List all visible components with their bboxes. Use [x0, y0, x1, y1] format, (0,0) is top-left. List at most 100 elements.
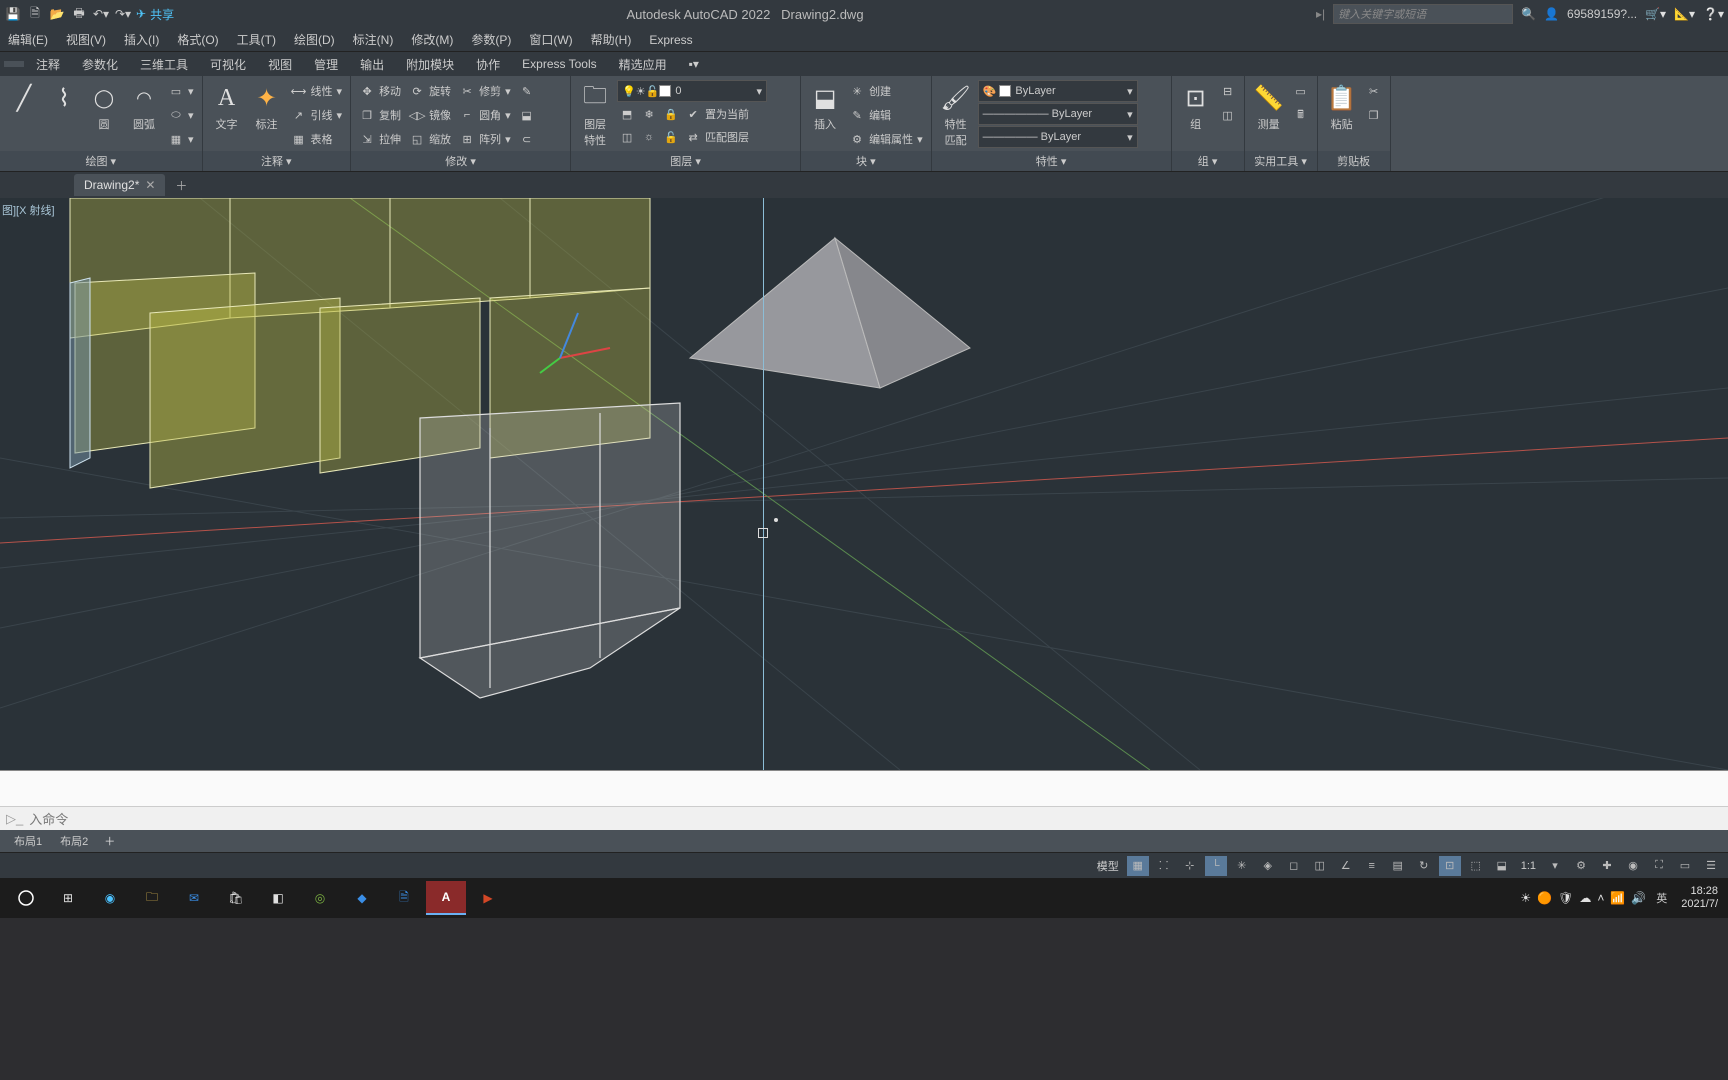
fillet-button[interactable]: ⌐圆角 ▾ [457, 104, 513, 126]
doctab-drawing2[interactable]: Drawing2* ✕ [74, 174, 165, 196]
user-icon[interactable]: 👤 [1544, 7, 1559, 21]
color-select[interactable]: 🎨 ByLayer▾ [978, 80, 1138, 102]
app1-icon[interactable]: ◧ [258, 881, 298, 915]
tray-chevron-icon[interactable]: ˄ [1597, 891, 1604, 905]
measure-button[interactable]: 📏测量 [1251, 80, 1287, 134]
help-icon[interactable]: ❔▾ [1703, 7, 1724, 21]
plot-icon[interactable]: 🖶 [70, 5, 88, 23]
copy-button[interactable]: ❐复制 [357, 104, 403, 126]
menu-dim[interactable]: 标注(N) [353, 31, 394, 48]
offset-button[interactable]: ⊂ [517, 128, 537, 150]
command-history[interactable] [0, 771, 1728, 806]
status-model[interactable]: 模型 [1093, 858, 1123, 874]
select-button[interactable]: ▭ [1291, 80, 1311, 102]
viewport-label[interactable]: 图][X 射线] [2, 202, 55, 218]
linetype-select[interactable]: —————— ByLayer▾ [978, 103, 1138, 125]
tab-manage[interactable]: 管理 [304, 53, 348, 76]
hw-toggle[interactable]: ⛶ [1648, 856, 1670, 876]
search-icon[interactable]: 🔍 [1521, 7, 1536, 21]
lwt-toggle[interactable]: ≡ [1361, 856, 1383, 876]
move-button[interactable]: ✥移动 [357, 80, 403, 102]
tab-view[interactable]: 视图 [258, 53, 302, 76]
infer-toggle[interactable]: ⊹ [1179, 856, 1201, 876]
panel-group-title[interactable]: 组 ▾ [1172, 151, 1244, 171]
layer-setcurrent-button[interactable]: ✔置为当前 [683, 103, 751, 125]
menu-modify[interactable]: 修改(M) [411, 31, 453, 48]
layer-off-button[interactable]: ⬒ [617, 103, 637, 125]
app4-icon[interactable]: 🗎 [384, 881, 424, 915]
ungroup-button[interactable]: ⊟ [1218, 80, 1238, 102]
mirror-button[interactable]: ◁▷镜像 [407, 104, 453, 126]
layer-unlock-button[interactable]: 🔓 [661, 126, 681, 148]
leader-button[interactable]: ↗引线 ▾ [289, 104, 345, 126]
text-button[interactable]: A文字 [209, 80, 245, 134]
tab-collab[interactable]: 协作 [466, 53, 510, 76]
3dosnap-toggle[interactable]: ◫ [1309, 856, 1331, 876]
copyclip-button[interactable]: ❐ [1364, 104, 1384, 126]
layout-tab-2[interactable]: 布局2 [52, 831, 96, 851]
trim-button[interactable]: ✂修剪 ▾ [457, 80, 513, 102]
group-edit-button[interactable]: ◫ [1218, 104, 1238, 126]
ime-indicator[interactable]: 英 [1652, 890, 1671, 906]
panel-props-title[interactable]: 特性 ▾ [932, 151, 1171, 171]
polar-toggle[interactable]: ✳ [1231, 856, 1253, 876]
transp-toggle[interactable]: ▤ [1387, 856, 1409, 876]
stretch-button[interactable]: ⇲拉伸 [357, 128, 403, 150]
app2-icon[interactable]: ◎ [300, 881, 340, 915]
tab-overflow-icon[interactable]: ▪▾ [679, 54, 709, 74]
edge-icon[interactable]: ◉ [90, 881, 130, 915]
dyn-toggle[interactable]: ⊡ [1439, 856, 1461, 876]
menu-param[interactable]: 参数(P) [471, 31, 511, 48]
menu-help[interactable]: 帮助(H) [591, 31, 632, 48]
info-arrow-icon[interactable]: ▸| [1316, 7, 1325, 21]
cycle-toggle[interactable]: ↻ [1413, 856, 1435, 876]
share-button[interactable]: ✈ 共享 [136, 6, 174, 23]
edit-attr-button[interactable]: ⚙编辑属性 ▾ [847, 128, 925, 150]
custom-toggle[interactable]: ☰ [1700, 856, 1722, 876]
insert-button[interactable]: ⬓插入 [807, 80, 843, 134]
create-block-button[interactable]: ✳创建 [847, 80, 925, 102]
menu-express[interactable]: Express [649, 33, 692, 47]
autocad-icon[interactable]: A [426, 881, 466, 915]
paste-button[interactable]: 📋粘贴 [1324, 80, 1360, 134]
matchprop-button[interactable]: 🖌特性 匹配 [938, 80, 974, 150]
layer-props-button[interactable]: 🗀图层 特性 [577, 80, 613, 150]
layer-freeze-button[interactable]: ❄ [639, 103, 659, 125]
annoscale[interactable]: 1:1 [1517, 860, 1540, 872]
ellipse-button[interactable]: ⬭▾ [166, 104, 196, 126]
grid-toggle[interactable]: ▦ [1127, 856, 1149, 876]
save-icon[interactable]: 💾 [4, 5, 22, 23]
scale-button[interactable]: ◱缩放 [407, 128, 453, 150]
model-viewport[interactable]: 图][X 射线] [0, 198, 1728, 770]
sel-toggle[interactable]: ⬓ [1491, 856, 1513, 876]
taskview-button[interactable]: ⊞ [48, 881, 88, 915]
hatch-button[interactable]: ▦▾ [166, 128, 196, 150]
command-input[interactable]: ▷_ 入命令 [0, 806, 1728, 830]
erase-button[interactable]: ✎ [517, 80, 537, 102]
tab-featured[interactable]: 精选应用 [609, 53, 677, 76]
rotate-button[interactable]: ⟳旋转 [407, 80, 453, 102]
close-icon[interactable]: ✕ [145, 178, 155, 192]
panel-modify-title[interactable]: 修改 ▾ [351, 151, 570, 171]
menu-window[interactable]: 窗口(W) [529, 31, 572, 48]
otrack-toggle[interactable]: ∠ [1335, 856, 1357, 876]
circle-button[interactable]: ◯圆 [86, 80, 122, 134]
open-icon[interactable]: 📂 [48, 5, 66, 23]
system-clock[interactable]: 18:28 2021/7/ [1677, 885, 1722, 911]
layer-match-button[interactable]: ⇄匹配图层 [683, 126, 751, 148]
lineweight-select[interactable]: ————— ByLayer▾ [978, 126, 1138, 148]
polyline-button[interactable]: ⌇ [46, 80, 82, 116]
clean-toggle[interactable]: ▭ [1674, 856, 1696, 876]
layer-select[interactable]: 💡 ☀ 🔓 0 ▾ [617, 80, 767, 102]
array-button[interactable]: ⊞阵列 ▾ [457, 128, 513, 150]
snap-toggle[interactable]: ⸬ [1153, 856, 1175, 876]
tab-home[interactable] [4, 61, 24, 67]
arc-button[interactable]: ◠圆弧 [126, 80, 162, 134]
tab-visualize[interactable]: 可视化 [200, 53, 256, 76]
rect-button[interactable]: ▭▾ [166, 80, 196, 102]
a360-icon[interactable]: 📐▾ [1674, 7, 1695, 21]
store-icon[interactable]: 🛍 [216, 881, 256, 915]
tab-output[interactable]: 输出 [350, 53, 394, 76]
tray-shield-icon[interactable]: 🛡 [1558, 891, 1573, 905]
panel-draw-title[interactable]: 绘图 ▾ [0, 151, 202, 171]
